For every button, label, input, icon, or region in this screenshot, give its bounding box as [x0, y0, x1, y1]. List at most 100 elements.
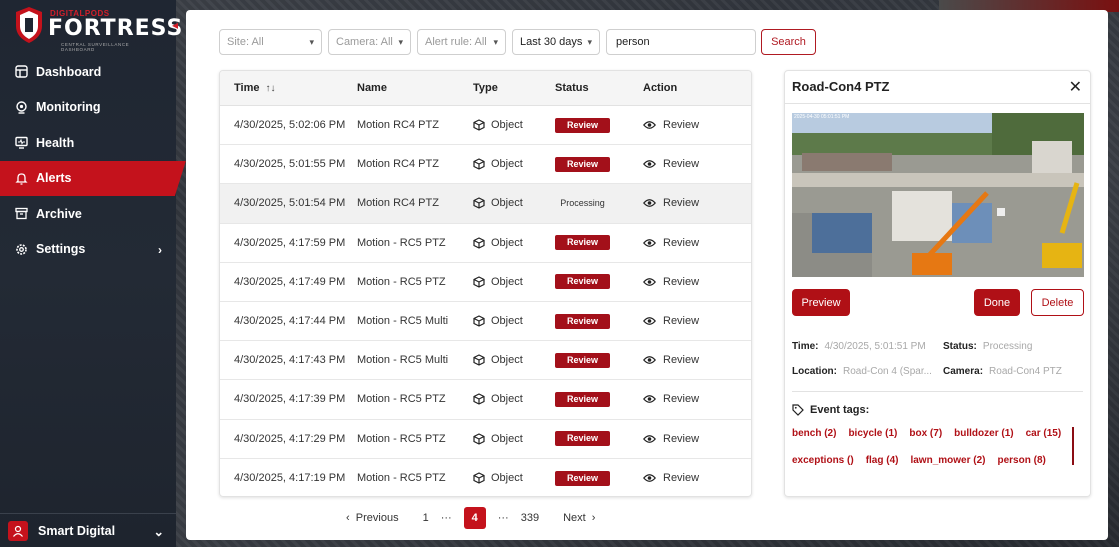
event-tag[interactable]: exceptions (): [792, 455, 854, 466]
sidebar-item-dashboard[interactable]: Dashboard: [0, 54, 186, 90]
pagination: ‹ Previous 1 ··· 4 ··· 339 Next ›: [346, 507, 607, 529]
status-badge[interactable]: Review: [555, 431, 610, 447]
camera-filter-select[interactable]: Camera: All ▾: [328, 29, 411, 55]
status-badge[interactable]: Review: [555, 352, 610, 368]
review-action[interactable]: Review: [643, 276, 743, 288]
location-label: Location:: [792, 366, 837, 377]
sidebar-item-monitoring[interactable]: Monitoring: [0, 90, 186, 126]
cube-icon: [473, 276, 485, 288]
review-action[interactable]: Review: [643, 393, 743, 405]
status-badge[interactable]: Review: [555, 391, 610, 407]
eye-icon: [643, 473, 656, 483]
cell-time: 4/30/2025, 4:17:19 PM: [234, 472, 346, 485]
camera-snapshot: 2025-04-30 05:01:51 PM: [792, 113, 1084, 277]
delete-button[interactable]: Delete: [1031, 289, 1084, 316]
page-current[interactable]: 4: [463, 507, 486, 529]
review-action[interactable]: Review: [643, 433, 743, 445]
table-row[interactable]: 4/30/2025, 5:01:54 PM Motion RC4 PTZ Obj…: [220, 184, 751, 224]
alert-rule-filter-select[interactable]: Alert rule: All ▾: [417, 29, 506, 55]
column-header-time[interactable]: Time ↑↓: [220, 82, 357, 94]
cell-type-label: Object: [491, 393, 523, 406]
table-row[interactable]: 4/30/2025, 5:02:06 PM Motion RC4 PTZ Obj…: [220, 106, 751, 146]
review-action-label: Review: [663, 197, 700, 210]
event-tag[interactable]: bench (2): [792, 428, 836, 439]
table-row[interactable]: 4/30/2025, 4:17:39 PM Motion - RC5 PTZ O…: [220, 380, 751, 420]
review-action[interactable]: Review: [643, 472, 743, 484]
status-badge[interactable]: Review: [555, 274, 610, 290]
camera-snapshot-image: [792, 113, 1084, 277]
event-tag[interactable]: person (8): [998, 455, 1046, 466]
tags-scrollbar[interactable]: [1072, 427, 1074, 465]
user-menu[interactable]: Smart Digital ⌄: [0, 513, 176, 547]
event-tag[interactable]: lawn_mower (2): [910, 455, 985, 466]
collapse-sidebar-icon[interactable]: ◂: [168, 18, 182, 32]
done-button[interactable]: Done: [974, 289, 1020, 316]
table-row[interactable]: 4/30/2025, 4:17:19 PM Motion - RC5 PTZ O…: [220, 459, 751, 496]
review-action[interactable]: Review: [643, 237, 743, 249]
table-row[interactable]: 4/30/2025, 4:17:29 PM Motion - RC5 PTZ O…: [220, 420, 751, 459]
status-badge[interactable]: Review: [555, 313, 610, 329]
sidebar-item-archive[interactable]: Archive: [0, 196, 186, 232]
divider: [785, 103, 1090, 104]
monitor-icon: [14, 136, 28, 150]
status-badge[interactable]: Review: [555, 156, 610, 172]
event-tag[interactable]: bulldozer (1): [954, 428, 1013, 439]
sidebar: DIGITALPODS FORTRESS CENTRAL SURVEILLANC…: [0, 0, 186, 547]
close-icon[interactable]: ✕: [1069, 77, 1082, 97]
table-row[interactable]: 4/30/2025, 5:01:55 PM Motion RC4 PTZ Obj…: [220, 145, 751, 185]
alert-rule-filter-value: Alert rule: All: [425, 36, 487, 48]
sidebar-item-label: Dashboard: [36, 64, 102, 79]
cell-type: Object: [473, 237, 555, 249]
sidebar-item-health[interactable]: Health: [0, 125, 186, 161]
cube-icon: [473, 354, 485, 366]
camera-info: Camera: Road-Con4 PTZ: [943, 366, 1062, 377]
search-input[interactable]: [606, 29, 756, 55]
cell-type: Object: [473, 197, 555, 209]
event-tag[interactable]: box (7): [909, 428, 942, 439]
column-header-type: Type: [473, 82, 498, 94]
date-range-select[interactable]: Last 30 days ▾: [512, 29, 600, 55]
status-badge[interactable]: Review: [555, 470, 610, 486]
eye-icon: [643, 198, 656, 208]
event-tags-list: bench (2) bicycle (1) box (7) bulldozer (1)…: [792, 428, 1074, 482]
table-row[interactable]: 4/30/2025, 4:17:49 PM Motion - RC5 PTZ O…: [220, 263, 751, 302]
page-first[interactable]: 1: [423, 512, 429, 524]
status-badge[interactable]: Review: [555, 235, 610, 251]
sort-icon[interactable]: ↑↓: [265, 83, 275, 94]
site-filter-select[interactable]: Site: All ▾: [219, 29, 322, 55]
review-action[interactable]: Review: [643, 119, 743, 131]
review-action[interactable]: Review: [643, 197, 743, 209]
review-action[interactable]: Review: [643, 158, 743, 170]
event-tag[interactable]: car (15): [1026, 428, 1062, 439]
cell-time: 4/30/2025, 4:17:39 PM: [234, 393, 346, 406]
page-last[interactable]: 339: [521, 512, 539, 524]
table-row[interactable]: 4/30/2025, 4:17:44 PM Motion - RC5 Multi…: [220, 302, 751, 342]
event-tags-heading: Event tags:: [792, 404, 869, 416]
next-page-button[interactable]: Next ›: [563, 512, 595, 524]
previous-page-button[interactable]: ‹ Previous: [346, 512, 399, 524]
sidebar-item-alerts[interactable]: Alerts: [0, 160, 186, 196]
cell-name: Motion - RC5 Multi: [357, 354, 449, 367]
column-header-action: Action: [643, 82, 678, 94]
time-info: Time: 4/30/2025, 5:01:51 PM: [792, 341, 926, 352]
event-tag[interactable]: bicycle (1): [848, 428, 897, 439]
camera-filter-value: Camera: All: [336, 36, 393, 48]
review-action[interactable]: Review: [643, 315, 743, 327]
sidebar-item-settings[interactable]: Settings ›: [0, 232, 186, 268]
status-label: Status:: [943, 341, 977, 352]
cell-status: Review: [555, 156, 643, 172]
cell-type: Object: [473, 472, 555, 484]
sidebar-item-label: Monitoring: [36, 100, 101, 115]
search-button[interactable]: Search: [761, 29, 816, 55]
cell-name: Motion - RC5 PTZ: [357, 432, 446, 445]
status-badge[interactable]: Review: [555, 117, 610, 133]
cell-type-label: Object: [491, 158, 523, 171]
table-row[interactable]: 4/30/2025, 4:17:59 PM Motion - RC5 PTZ O…: [220, 224, 751, 263]
cell-time: 4/30/2025, 4:17:43 PM: [234, 354, 346, 367]
preview-button[interactable]: Preview: [792, 289, 850, 316]
table-row[interactable]: 4/30/2025, 4:17:43 PM Motion - RC5 Multi…: [220, 341, 751, 381]
event-tag[interactable]: flag (4): [866, 455, 899, 466]
review-action[interactable]: Review: [643, 354, 743, 366]
eye-icon: [643, 434, 656, 444]
eye-icon: [643, 238, 656, 248]
